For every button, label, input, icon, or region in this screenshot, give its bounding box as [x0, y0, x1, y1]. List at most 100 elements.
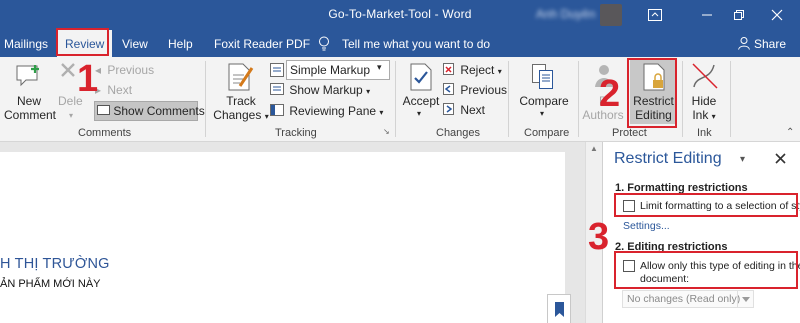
- show-comments-button[interactable]: Show Comments: [94, 101, 205, 121]
- next-comment-button[interactable]: ▸ Next: [95, 83, 132, 97]
- accept-dropdown-icon: ▾: [417, 109, 422, 118]
- bookmark-button[interactable]: [547, 294, 571, 323]
- markup-icon: [270, 63, 284, 77]
- pane-title: Restrict Editing: [614, 150, 722, 167]
- delete-dropdown-arrow-icon: ▾: [69, 111, 74, 120]
- ink-group-label: Ink: [697, 127, 712, 139]
- avatar[interactable]: [600, 4, 622, 26]
- show-markup-dropdown-icon: ▾: [366, 87, 371, 96]
- reject-icon: [443, 63, 454, 75]
- step-number-1: 1: [77, 58, 99, 100]
- share-icon[interactable]: [737, 36, 751, 53]
- tab-foxit[interactable]: Foxit Reader PDF: [214, 37, 310, 51]
- reject-dropdown-icon: ▾: [497, 67, 502, 76]
- window-title: Go-To-Market-Tool - Word: [328, 7, 472, 21]
- reviewing-pane-button[interactable]: Reviewing Pane ▾: [270, 104, 383, 118]
- share-button[interactable]: Share: [754, 37, 786, 51]
- previous-change-icon: [443, 83, 454, 95]
- track-changes-icon: [228, 63, 254, 91]
- limit-formatting-highlight: [614, 193, 798, 217]
- hide-ink-label-2: Ink ▾: [692, 108, 716, 122]
- ribbon: New Comment Dele ▾ ◂ Previous ▸ Next Sho…: [0, 57, 800, 142]
- chevron-down-icon: [737, 291, 753, 307]
- show-markup-button[interactable]: Show Markup ▾: [270, 83, 370, 97]
- user-name[interactable]: Anh Duyên: [536, 7, 595, 21]
- tab-help[interactable]: Help: [168, 37, 193, 51]
- previous-comment-button[interactable]: ◂ Previous: [95, 63, 154, 77]
- show-comments-icon: [97, 105, 110, 115]
- allow-editing-highlight: [614, 251, 798, 289]
- ribbon-tabs: Mailings Review View Help Foxit Reader P…: [0, 30, 800, 57]
- group-divider: [395, 61, 396, 137]
- lightbulb-icon: [318, 36, 330, 54]
- close-icon: [771, 9, 783, 21]
- scroll-up-icon[interactable]: ▲: [590, 144, 598, 153]
- hide-ink-label-1: Hide: [691, 94, 717, 108]
- new-comment-icon: [16, 65, 39, 87]
- settings-link[interactable]: Settings...: [623, 220, 670, 232]
- tab-mailings[interactable]: Mailings: [4, 37, 48, 51]
- next-change-button[interactable]: Next: [443, 103, 485, 117]
- restore-icon: [734, 10, 744, 20]
- tell-me-search[interactable]: Tell me what you want to do: [342, 37, 490, 51]
- reject-label: Reject: [460, 63, 495, 77]
- step-number-3: 3: [588, 216, 610, 258]
- new-comment-label-1: New: [16, 94, 41, 108]
- tracking-group-label: Tracking: [275, 127, 317, 139]
- compare-group-label: Compare: [524, 127, 570, 139]
- changes-group-label: Changes: [436, 127, 481, 139]
- ribbon-display-icon: [648, 9, 662, 21]
- previous-change-label: Previous: [460, 83, 508, 97]
- bookmark-icon: [555, 302, 564, 317]
- step-number-2: 2: [599, 73, 621, 115]
- track-changes-dropdown-icon: ▾: [264, 112, 269, 121]
- next-comment-label: Next: [107, 83, 133, 97]
- close-button[interactable]: [754, 0, 800, 30]
- tracking-options-launcher-icon[interactable]: ↘: [383, 127, 390, 136]
- document-heading: H THỊ TRƯỜNG: [0, 256, 110, 272]
- track-changes-label-2: Changes ▾: [213, 108, 269, 122]
- new-comment-label-2: Comment: [4, 108, 57, 122]
- document-area: H THỊ TRƯỜNG ẢN PHẨM MỚI NÀY: [0, 142, 585, 323]
- minimize-icon: [702, 14, 712, 16]
- markup-select[interactable]: Simple Markup ▾: [270, 60, 390, 80]
- chevron-down-icon: ▾: [377, 62, 382, 72]
- comments-group-label: Comments: [78, 127, 132, 139]
- compare-icon: [532, 64, 553, 89]
- tab-view[interactable]: View: [122, 37, 148, 51]
- previous-comment-label: Previous: [107, 63, 155, 77]
- review-tab-highlight: [56, 28, 109, 56]
- compare-dropdown-icon: ▾: [540, 109, 545, 118]
- ribbon-display-options-button[interactable]: [632, 0, 678, 30]
- editing-type-select[interactable]: No changes (Read only): [622, 290, 754, 308]
- hide-ink-dropdown-icon: ▾: [711, 112, 716, 121]
- group-divider: [578, 61, 579, 137]
- restrict-editing-highlight: [627, 58, 677, 128]
- hide-ink-icon: [692, 63, 718, 89]
- document-text: ẢN PHẨM MỚI NÀY: [0, 278, 101, 290]
- accept-icon: [410, 63, 432, 91]
- pane-options-chevron-icon[interactable]: ▾: [740, 154, 745, 165]
- reviewing-pane-label: Reviewing Pane: [289, 104, 377, 118]
- show-markup-label: Show Markup: [289, 83, 363, 97]
- group-divider: [508, 61, 509, 137]
- markup-select-value[interactable]: Simple Markup: [286, 60, 390, 80]
- group-divider: [205, 61, 206, 137]
- reviewing-pane-dropdown-icon: ▾: [379, 108, 384, 117]
- accept-label: Accept: [402, 94, 440, 108]
- next-change-icon: [443, 103, 454, 115]
- show-comments-label: Show Comments: [113, 104, 205, 118]
- show-markup-icon: [270, 83, 284, 95]
- next-change-label: Next: [460, 103, 486, 117]
- reviewing-pane-icon: [270, 104, 284, 116]
- restrict-editing-pane: Restrict Editing ▾ 1. Formatting restric…: [602, 142, 800, 323]
- track-changes-label-1: Track: [226, 94, 256, 108]
- editing-type-value: No changes (Read only): [627, 293, 741, 305]
- reject-button[interactable]: Reject ▾: [443, 63, 502, 77]
- pane-close-icon[interactable]: [775, 153, 786, 164]
- title-bar: Go-To-Market-Tool - Word Anh Duyên: [0, 0, 800, 30]
- previous-change-button[interactable]: Previous: [443, 83, 507, 97]
- collapse-ribbon-icon[interactable]: ⌃: [786, 127, 794, 138]
- document-page[interactable]: H THỊ TRƯỜNG ẢN PHẨM MỚI NÀY: [0, 152, 565, 323]
- delete-comment-icon: [61, 63, 75, 77]
